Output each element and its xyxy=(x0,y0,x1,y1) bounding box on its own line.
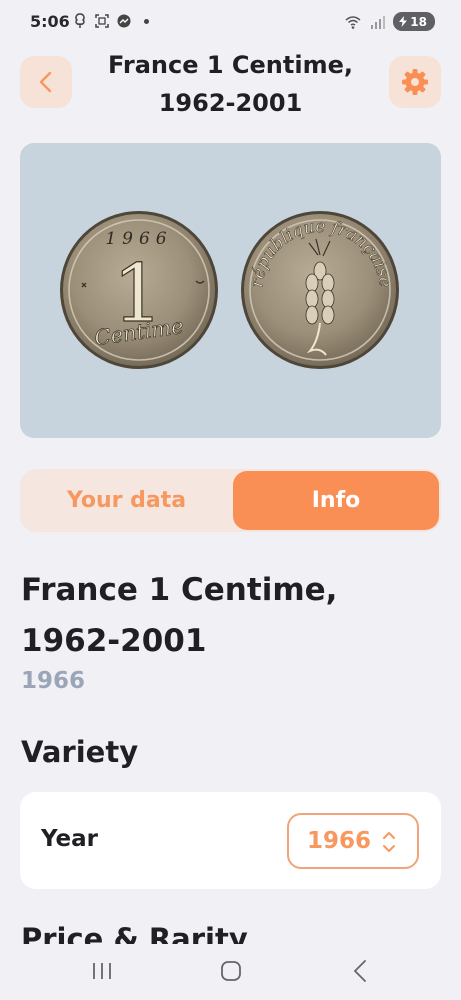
tab-switcher: Your data Info xyxy=(20,469,441,532)
more-notifications-dot xyxy=(144,18,149,24)
system-icons: 18 xyxy=(345,12,435,31)
settings-button[interactable] xyxy=(389,56,441,108)
charging-icon xyxy=(399,16,408,27)
screenshot-icon xyxy=(95,14,109,28)
gear-icon xyxy=(402,69,428,95)
tab-info[interactable]: Info xyxy=(233,471,439,530)
signal-icon xyxy=(371,15,386,29)
price-rarity-heading: Price & Rarity xyxy=(21,922,248,944)
coin-year: 1966 xyxy=(21,668,86,694)
notification-icons xyxy=(72,13,149,29)
home-icon xyxy=(221,961,241,981)
coin-name: France 1 Centime, 1962-2001 xyxy=(21,572,338,659)
year-select-value: 1966 xyxy=(307,828,372,854)
system-nav-bar xyxy=(0,944,461,1000)
home-button[interactable] xyxy=(211,956,251,986)
chevron-up-down-icon xyxy=(383,832,395,852)
svg-text:1966: 1966 xyxy=(105,229,172,249)
recent-apps-icon xyxy=(93,963,111,979)
variety-heading: Variety xyxy=(21,735,139,769)
coin-image[interactable]: 1966 1 Centime république française xyxy=(20,143,441,438)
year-select[interactable]: 1966 xyxy=(287,813,419,869)
recent-apps-button[interactable] xyxy=(82,956,122,986)
back-button[interactable] xyxy=(20,56,72,108)
battery-indicator: 18 xyxy=(393,12,435,31)
wifi-icon xyxy=(345,15,361,29)
tree-icon xyxy=(75,13,85,28)
back-icon xyxy=(353,960,366,982)
page-title: France 1 Centime, 1962-2001 xyxy=(108,51,353,117)
tab-your-data[interactable]: Your data xyxy=(22,471,231,530)
messenger-icon xyxy=(117,14,131,28)
coin-reverse: république française xyxy=(241,211,399,369)
coin-photo: 1966 1 Centime république française xyxy=(60,211,399,369)
year-label: Year xyxy=(41,826,99,852)
coin-obverse: 1966 1 Centime xyxy=(60,211,218,369)
chevron-left-icon xyxy=(39,71,52,93)
battery-level: 18 xyxy=(410,14,427,29)
variety-card: Year 1966 xyxy=(20,792,441,889)
status-bar: 5:06 18 xyxy=(0,0,461,44)
status-time: 5:06 xyxy=(30,12,70,31)
system-back-button[interactable] xyxy=(340,956,380,986)
